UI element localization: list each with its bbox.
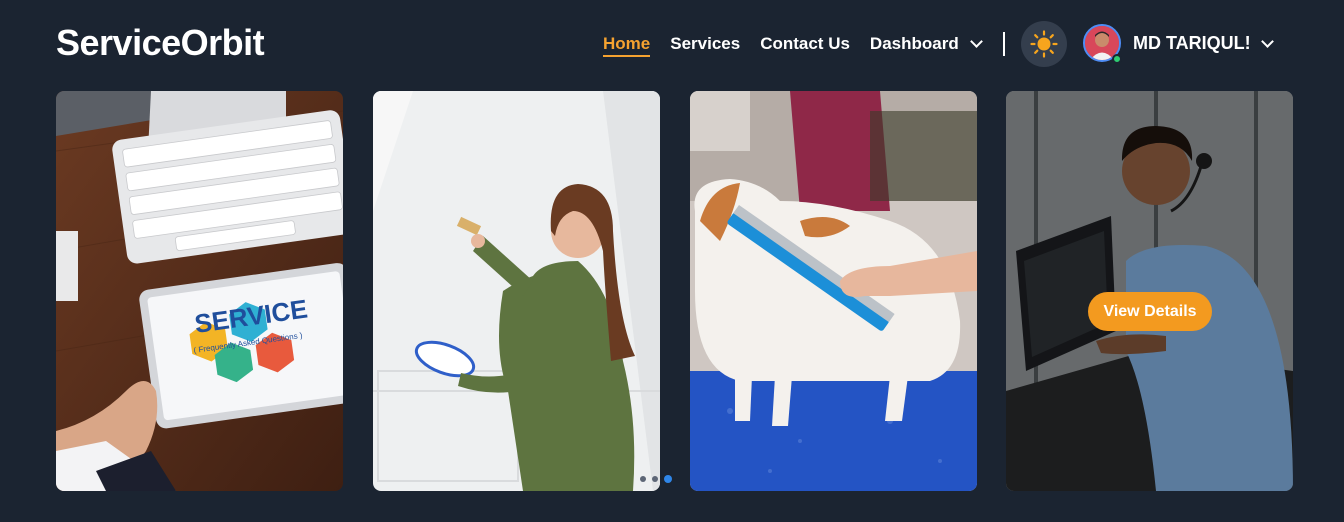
carousel-dot[interactable] xyxy=(652,476,658,482)
user-menu[interactable]: MD TARIQUL! xyxy=(1133,33,1274,54)
brand-logo[interactable]: ServiceOrbit xyxy=(56,22,265,64)
painting-image xyxy=(373,91,660,491)
nav-services[interactable]: Services xyxy=(670,30,740,58)
chevron-down-icon xyxy=(969,35,983,48)
sun-icon xyxy=(1030,30,1058,58)
nav-home[interactable]: Home xyxy=(603,31,651,57)
service-card-3[interactable] xyxy=(690,91,977,491)
carousel-dot-active[interactable] xyxy=(664,475,672,483)
main-nav: Home Services Contact Us Dashboard xyxy=(603,30,999,58)
service-desk-image: SERVICE ( Frequently Asked Questions ) xyxy=(56,91,343,491)
theme-toggle-button[interactable] xyxy=(1021,21,1067,67)
nav-divider xyxy=(1003,32,1005,56)
nav-contact-us[interactable]: Contact Us xyxy=(760,30,850,58)
chevron-down-icon xyxy=(1260,34,1274,48)
dog-grooming-image xyxy=(690,91,977,491)
user-name: MD TARIQUL! xyxy=(1133,33,1251,53)
carousel-pagination xyxy=(640,475,672,483)
call-center-image xyxy=(1006,91,1293,491)
online-status-indicator xyxy=(1112,54,1122,64)
view-details-button[interactable]: View Details xyxy=(1088,292,1212,331)
nav-dashboard-label: Dashboard xyxy=(869,34,959,53)
service-card-4[interactable]: View Details xyxy=(1006,91,1293,491)
service-card-1[interactable]: SERVICE ( Frequently Asked Questions ) xyxy=(56,91,343,491)
nav-dashboard-dropdown[interactable]: Dashboard xyxy=(869,30,983,58)
service-card-2[interactable] xyxy=(373,91,660,491)
carousel-dot[interactable] xyxy=(640,476,646,482)
